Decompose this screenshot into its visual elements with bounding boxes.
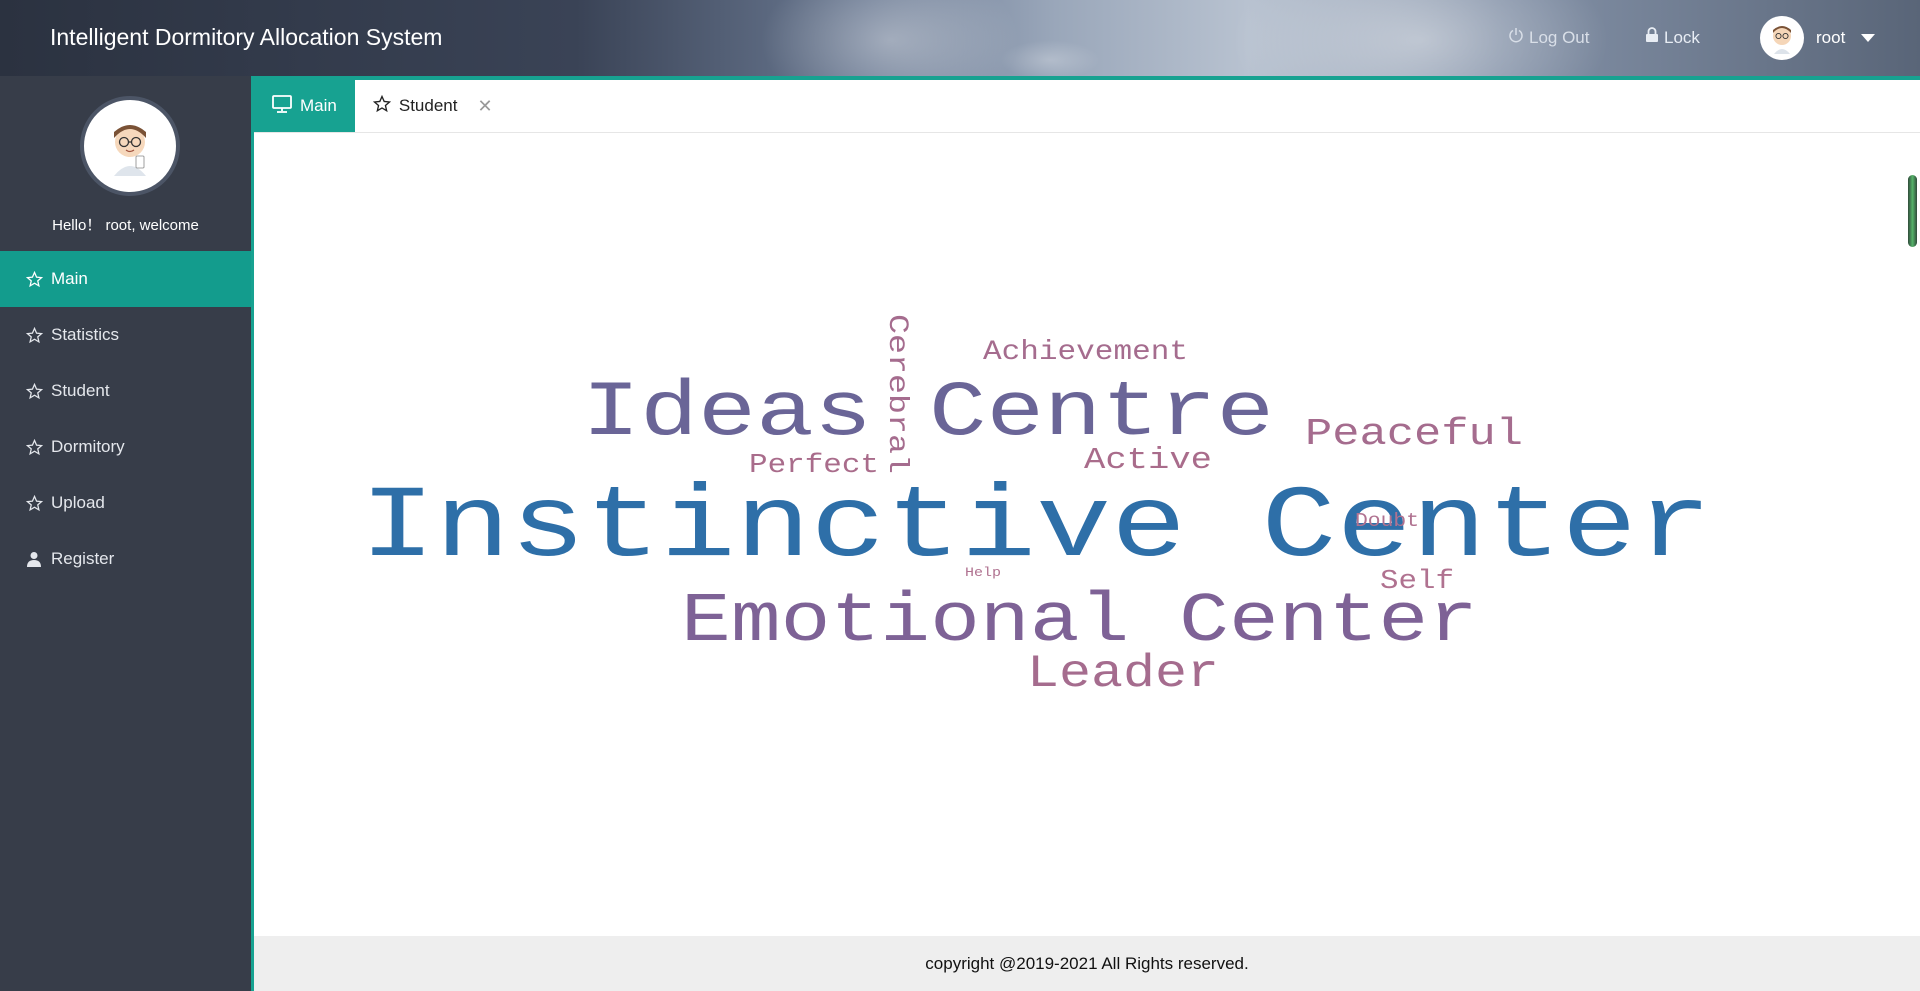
profile-avatar [80,96,180,196]
lock-button[interactable]: Lock [1645,27,1700,48]
welcome-text: Hello！ root, welcome [52,217,199,234]
word-cloud: Instinctive Center Ideas Centre Emotiona… [360,314,1712,700]
lock-label: Lock [1664,27,1700,47]
app-title: Intelligent Dormitory Allocation System [50,24,443,50]
star-icon [25,382,43,400]
star-icon [25,438,43,456]
word-active: Active [1084,443,1212,478]
sidebar-item-upload[interactable]: Upload [0,475,251,531]
tab-student[interactable]: Student ✕ [355,80,511,132]
tab-label: Student [398,96,458,115]
word-instinctive-center: Instinctive Center [360,470,1712,586]
sidebar-item-student[interactable]: Student [0,363,251,419]
tab-bar: Main Student ✕ [254,80,1920,133]
user-icon [25,550,43,568]
sidebar-item-register[interactable]: Register [0,531,251,587]
copyright-text: copyright @2019-2021 All Rights reserved… [925,953,1249,973]
sidebar-item-label: Student [51,381,110,400]
logout-button[interactable]: Log Out [1508,27,1590,48]
sidebar-item-label: Main [51,269,88,288]
word-cerebral: Cerebral [881,314,912,474]
sidebar-item-dormitory[interactable]: Dormitory [0,419,251,475]
word-self: Self [1380,567,1454,597]
top-header: Intelligent Dormitory Allocation System … [0,0,1920,76]
chevron-down-icon [1861,34,1876,42]
scrollbar[interactable] [1908,175,1917,247]
star-icon [372,94,391,118]
sidebar: Hello！ root, welcome Main Statistics Stu… [0,76,251,991]
word-perfect: Perfect [749,451,879,481]
sidebar-item-label: Statistics [51,325,120,344]
close-icon[interactable]: ✕ [477,96,492,117]
sidebar-item-label: Upload [51,493,105,512]
footer: copyright @2019-2021 All Rights reserved… [254,936,1920,991]
tab-label: Main [300,96,337,115]
monitor-icon [272,94,292,118]
user-name: root [1816,28,1846,47]
star-icon [25,494,43,512]
sidebar-item-statistics[interactable]: Statistics [0,307,251,363]
star-icon [25,326,43,344]
avatar [1760,16,1804,60]
lock-icon [1645,27,1659,48]
word-doubt: Doubt [1355,510,1419,532]
sidebar-item-label: Register [51,549,115,568]
logout-label: Log Out [1529,27,1590,47]
sidebar-item-label: Dormitory [51,437,125,456]
word-achievement: Achievement [983,337,1188,368]
user-menu[interactable]: root [1760,16,1876,60]
power-icon [1508,27,1524,48]
word-ideas: Ideas [582,370,872,458]
sidebar-nav: Main Statistics Student Dormitory Upload [0,251,251,587]
tab-main[interactable]: Main [254,80,355,132]
word-help: Help [965,565,1001,580]
sidebar-item-main[interactable]: Main [0,251,251,307]
star-icon [25,270,43,288]
word-leader: Leader [1027,648,1219,700]
word-peaceful: Peaceful [1305,413,1523,456]
